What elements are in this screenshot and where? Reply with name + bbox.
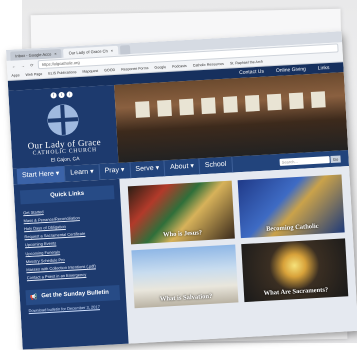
- window-pane: [310, 91, 326, 109]
- tile-label: What Are Sacraments?: [263, 286, 329, 297]
- contact-us-link[interactable]: Contact Us: [239, 69, 264, 76]
- sidebar: Quick Links Get Started Mass & Penance/R…: [13, 178, 129, 350]
- links-link[interactable]: Links: [318, 65, 330, 72]
- back-icon[interactable]: ←: [11, 63, 17, 68]
- window-pane: [288, 92, 304, 110]
- window-pane: [222, 96, 238, 113]
- bookmark-item[interactable]: Catholic Resources: [193, 61, 224, 67]
- tile-label: Becoming Catholic: [265, 222, 319, 233]
- instagram-icon[interactable]: i: [66, 91, 73, 98]
- logo-column: f t i Our Lady of Grace CATHOLIC CHURCH …: [8, 85, 119, 169]
- bookmark-item[interactable]: Response Forms: [121, 66, 149, 72]
- bookmark-item[interactable]: Apps: [11, 73, 19, 77]
- bookmark-item[interactable]: Podcasts: [172, 63, 187, 68]
- window-pane: [179, 98, 194, 116]
- bookmark-item[interactable]: Web Page: [25, 72, 42, 77]
- nav-learn[interactable]: Learn ▾: [64, 163, 101, 182]
- window-pane: [157, 99, 172, 117]
- tile-who-is-jesus[interactable]: Who is Jesus?: [127, 180, 235, 245]
- tile-what-are-sacraments[interactable]: What Are Sacraments?: [241, 238, 349, 303]
- nav-pray[interactable]: Pray ▾: [99, 162, 131, 180]
- site-search: Search... Go: [279, 154, 341, 166]
- bookmark-item[interactable]: ELIS Publications: [48, 70, 76, 76]
- tile-becoming-catholic[interactable]: Becoming Catholic: [237, 174, 345, 239]
- tile-label: What is Salvation?: [159, 292, 213, 303]
- parish-logo-icon[interactable]: [45, 102, 81, 138]
- search-button[interactable]: Go: [330, 154, 341, 163]
- browser-tab-new[interactable]: [119, 45, 131, 55]
- nav-school[interactable]: School: [199, 156, 233, 175]
- church-interior-photo: [114, 72, 349, 163]
- bookmark-item[interactable]: Google: [154, 65, 166, 70]
- tile-what-is-salvation[interactable]: What is Salvation?: [131, 244, 239, 309]
- online-giving-link[interactable]: Online Giving: [276, 66, 306, 74]
- window-pane: [200, 97, 216, 115]
- bookmark-item[interactable]: St. Raphael the Arch: [230, 59, 263, 65]
- tile-label: Who is Jesus?: [162, 229, 203, 239]
- megaphone-icon: 📢: [29, 294, 38, 301]
- search-input[interactable]: Search...: [279, 155, 330, 166]
- bookmark-item[interactable]: Mapquest: [82, 68, 98, 73]
- browser-screen: Inbox - Google Acco × Our Lady of Grace C…: [6, 31, 357, 350]
- bulletin-title: Get the Sunday Bulletin: [41, 289, 110, 300]
- twitter-icon[interactable]: t: [58, 91, 65, 99]
- reload-icon[interactable]: ⟳: [29, 62, 35, 67]
- window-pane: [266, 93, 282, 111]
- main-content: Quick Links Get Started Mass & Penance/R…: [13, 166, 357, 350]
- quick-links-title: Quick Links: [19, 185, 115, 205]
- facebook-icon[interactable]: f: [50, 92, 57, 99]
- window-pane: [244, 94, 260, 112]
- feature-tiles: Who is Jesus? Becoming Catholic What is …: [119, 166, 357, 349]
- bookmark-item[interactable]: GOOD: [104, 67, 115, 72]
- forward-icon[interactable]: →: [20, 62, 26, 67]
- window-pane: [135, 101, 150, 118]
